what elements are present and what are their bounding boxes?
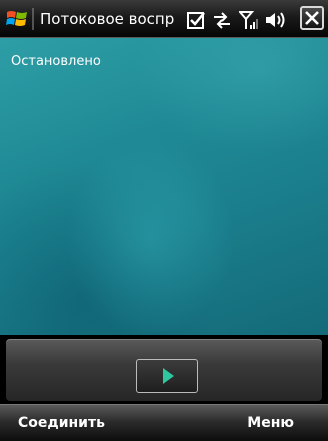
play-button[interactable] xyxy=(136,359,198,393)
title-separator xyxy=(32,8,34,30)
title-bar: Потоковое воспр xyxy=(0,0,328,38)
tasks-check-icon[interactable] xyxy=(186,10,206,30)
softkey-bar: Соединить Меню xyxy=(0,404,328,441)
close-icon xyxy=(305,11,319,25)
playback-control-strip xyxy=(0,335,328,404)
speaker-volume-icon[interactable] xyxy=(264,10,288,30)
phone-screen: Потоковое воспр Остановлено Соединить Ме… xyxy=(0,0,328,441)
windows-start-icon[interactable] xyxy=(6,9,28,29)
media-display-area: Остановлено xyxy=(0,38,328,335)
close-button[interactable] xyxy=(300,6,324,30)
connect-softkey[interactable]: Соединить xyxy=(18,415,105,431)
menu-softkey[interactable]: Меню xyxy=(247,415,294,431)
app-title[interactable]: Потоковое воспр xyxy=(40,8,180,32)
playback-status: Остановлено xyxy=(11,54,101,69)
play-icon xyxy=(163,368,174,384)
playback-control-panel xyxy=(6,339,322,401)
signal-strength-icon[interactable] xyxy=(239,10,259,30)
connectivity-arrows-icon[interactable] xyxy=(211,10,233,30)
